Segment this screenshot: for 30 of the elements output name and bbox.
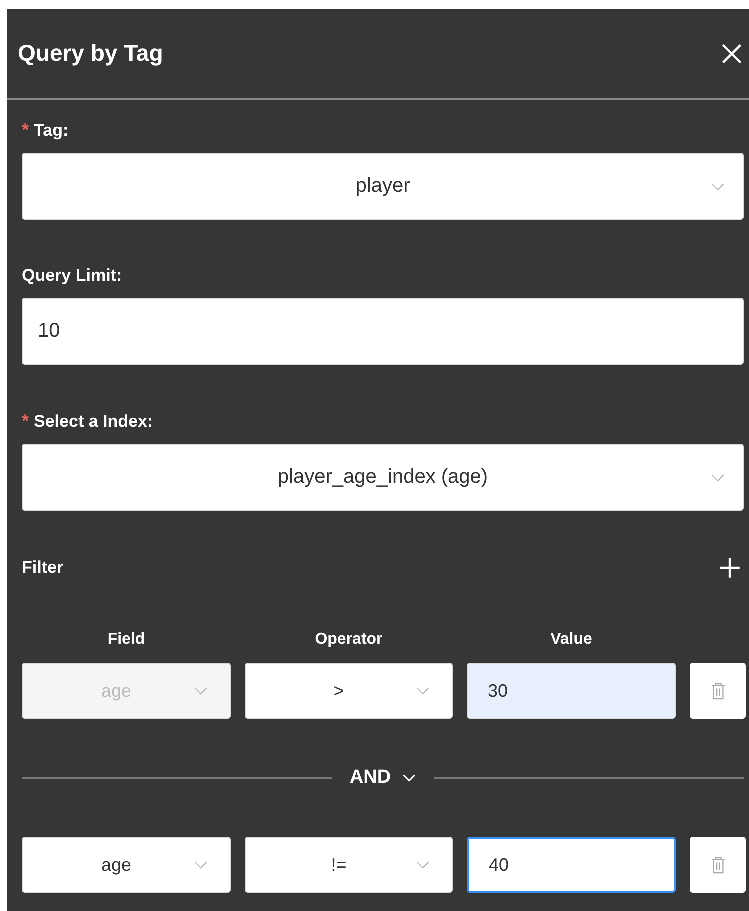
- chevron-down-icon: [194, 861, 208, 869]
- value-input[interactable]: 40: [467, 837, 676, 893]
- column-header: Value: [550, 631, 594, 649]
- select-field[interactable]: player: [22, 153, 744, 220]
- input-field[interactable]: 10: [22, 298, 744, 365]
- chevron-down-icon: [711, 474, 725, 482]
- conjunction-dropdown[interactable]: AND: [346, 767, 420, 789]
- operator-select[interactable]: >: [245, 663, 453, 719]
- required-asterisk: *: [22, 411, 30, 432]
- chevron-down-icon: [416, 861, 430, 869]
- chevron-down-icon: [416, 687, 430, 695]
- field-label: Select a Index:: [34, 412, 154, 432]
- field-label: Tag:: [34, 120, 69, 140]
- required-asterisk: *: [22, 120, 30, 141]
- chevron-down-icon: [194, 687, 208, 695]
- value-input[interactable]: 30: [467, 663, 676, 719]
- close-icon[interactable]: [721, 42, 743, 64]
- select-field[interactable]: player_age_index (age): [22, 444, 744, 511]
- column-header: Field: [106, 631, 146, 649]
- operator-select[interactable]: !=: [245, 837, 453, 893]
- field-select[interactable]: age: [22, 837, 231, 893]
- filter-title: Filter: [22, 558, 64, 578]
- dialog-title: Query by Tag: [18, 40, 164, 67]
- trash-icon: [710, 856, 726, 874]
- field-label: Query Limit:: [22, 266, 122, 286]
- add-icon[interactable]: [719, 557, 741, 579]
- column-header: Operator: [314, 631, 384, 649]
- chevron-down-icon: [403, 774, 416, 782]
- trash-icon: [710, 682, 726, 700]
- chevron-down-icon: [711, 182, 725, 190]
